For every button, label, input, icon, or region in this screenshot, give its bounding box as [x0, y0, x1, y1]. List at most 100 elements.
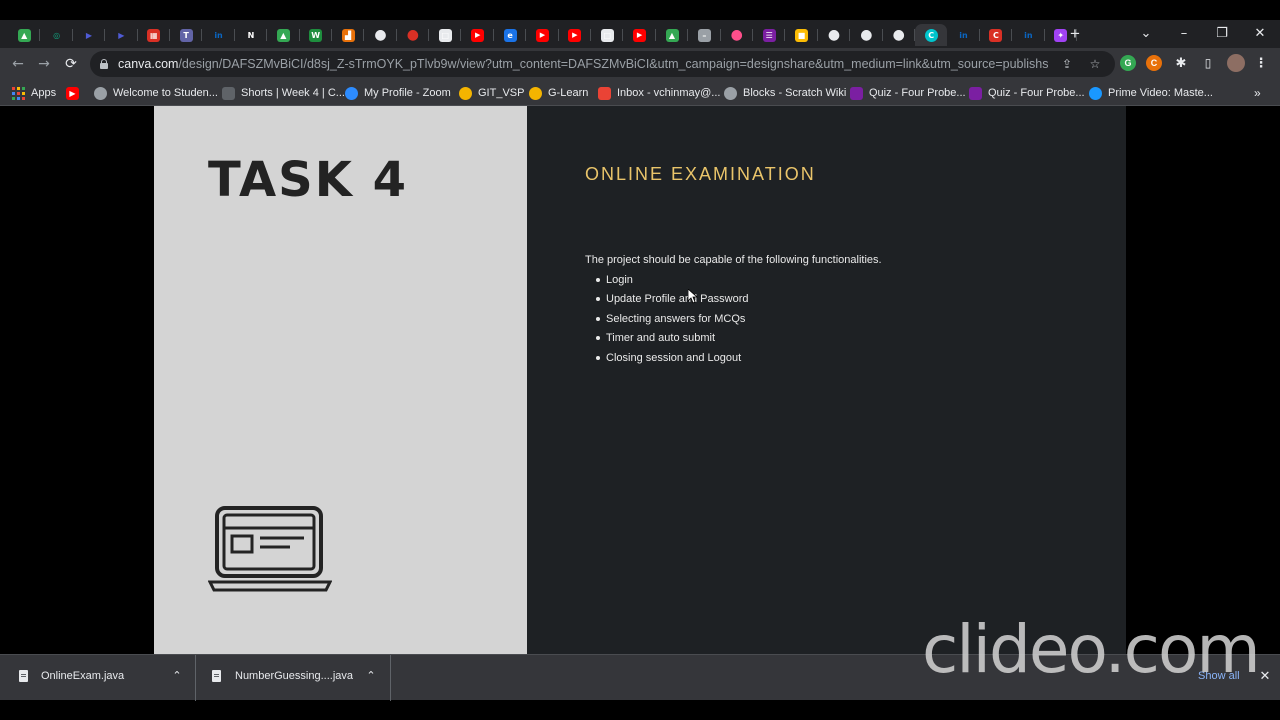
bookmark-label: G-Learn — [548, 87, 589, 99]
url-text[interactable]: canva.com/design/DAFSZMvBiCI/d8sj_Z-sTrm… — [118, 51, 1048, 77]
tab[interactable]: ▶ — [623, 24, 657, 46]
tab[interactable]: ● — [883, 24, 916, 46]
bookmarks-bar: » Apps ▶ Welcome to Studen... Shorts | Week… — [0, 80, 1280, 106]
edx-icon — [222, 86, 235, 100]
tab[interactable]: N — [235, 24, 268, 46]
google-drive-icon: ▲ — [665, 28, 679, 42]
gmail-icon — [598, 86, 611, 100]
youtube-icon: ▶ — [66, 86, 79, 100]
tab[interactable]: – — [688, 24, 721, 46]
bookmark-star-icon[interactable]: ☆ — [1086, 55, 1104, 73]
e-logo-icon: e — [503, 28, 517, 42]
url-path: /design/DAFSZMvBiCI/d8sj_Z-sTrmOYK_pTlvb… — [178, 57, 1048, 71]
zoom-icon — [345, 86, 358, 100]
bookmark-label: Prime Video: Maste... — [1108, 87, 1213, 99]
apps-grid-icon — [12, 86, 25, 100]
c-extension-icon[interactable]: C — [1146, 55, 1162, 71]
tab[interactable]: ▦ — [138, 24, 171, 46]
tab[interactable]: ▶ — [526, 24, 560, 46]
tab[interactable]: □ — [429, 24, 462, 46]
bookmark-item[interactable]: Quiz - Four Probe... — [969, 84, 1085, 102]
list-icon — [850, 86, 863, 100]
tab[interactable]: ● — [397, 24, 430, 46]
bookmark-label: GIT_VSP — [478, 87, 525, 99]
bookmark-item[interactable]: Blocks - Scratch Wiki — [724, 84, 846, 102]
tab[interactable]: ▲ — [656, 24, 689, 46]
address-bar[interactable]: canva.com/design/DAFSZMvBiCI/d8sj_Z-sTrm… — [90, 51, 1115, 77]
download-item[interactable]: NumberGuessing....java ⌃ — [196, 655, 391, 701]
bookmark-item[interactable]: Welcome to Studen... — [94, 84, 218, 102]
laptop-icon — [207, 506, 333, 599]
tab-strip: ▲ ◎ ▶ ▶ ▦ Tin N ▲ W ▟ ● ● □ ▶ e ▶ ▶ □ ▶ ▲ – ● ☰ ■ ● ● ● Cin Cin ✦ + ⌄… — [0, 20, 1280, 48]
bookmark-item[interactable]: G-Learn — [529, 84, 588, 102]
download-item[interactable]: OnlineExam.java ⌃ — [0, 655, 196, 701]
close-window-button[interactable]: ✕ — [1246, 23, 1274, 45]
tab[interactable]: ● — [721, 24, 754, 46]
bookmark-item[interactable]: ▶ — [66, 84, 85, 102]
tab[interactable]: in — [1012, 24, 1045, 46]
minimize-button[interactable]: – — [1170, 23, 1198, 45]
google-drive-icon: ▲ — [17, 28, 31, 42]
tab[interactable]: ▶ — [73, 24, 106, 46]
red-circle-icon: ● — [406, 28, 419, 42]
tab[interactable]: in — [947, 24, 981, 46]
play-circle-icon: ▶ — [118, 30, 125, 40]
slide-right-panel: ONLINE EXAMINATION The project should be… — [527, 106, 1126, 654]
reload-icon[interactable]: ⟳ — [61, 54, 81, 74]
list-icon — [969, 86, 982, 100]
back-arrow-icon[interactable]: ← — [8, 54, 28, 74]
more-bookmarks-icon[interactable]: » — [1254, 84, 1261, 102]
github-icon: ● — [860, 28, 873, 42]
page-content: TASK 4 ONLINE EXAMINATION The project sh… — [0, 106, 1280, 654]
tab[interactable]: ● — [850, 24, 883, 46]
tab[interactable]: in — [202, 24, 236, 46]
pink-circle-icon: ● — [730, 28, 743, 42]
chevron-up-icon[interactable]: ⌃ — [364, 669, 378, 683]
bookmark-item[interactable]: Inbox - vchinmay@... — [598, 84, 720, 102]
forward-arrow-icon[interactable]: → — [34, 54, 54, 74]
feature-item: Timer and auto submit — [595, 330, 748, 349]
profile-avatar[interactable] — [1227, 54, 1245, 72]
tab[interactable]: ▶ — [461, 24, 495, 46]
tab-search-chevron-icon[interactable]: ⌄ — [1132, 23, 1160, 45]
tab[interactable]: □ — [591, 24, 624, 46]
tab[interactable]: ▶ — [105, 24, 138, 46]
tab[interactable]: ☰ — [753, 24, 786, 46]
bookmark-item[interactable]: GIT_VSP — [459, 84, 524, 102]
tab[interactable]: C — [980, 24, 1013, 46]
tab-active[interactable]: C — [914, 24, 948, 46]
browser-toolbar: ← → ⟳ canva.com/design/DAFSZMvBiCI/d8sj_… — [0, 48, 1280, 80]
share-icon[interactable]: ⇪ — [1058, 55, 1076, 73]
menu-kebab-icon[interactable]: ⋮ — [1253, 55, 1269, 71]
tab[interactable]: ● — [818, 24, 851, 46]
tab[interactable]: ▶ — [559, 24, 592, 46]
bookmark-item[interactable]: Shorts | Week 4 | C... — [222, 84, 345, 102]
new-tab-button[interactable]: + — [1066, 25, 1084, 43]
tab[interactable]: e — [494, 24, 527, 46]
bookmark-item[interactable]: Apps — [12, 84, 56, 102]
teams-icon: T — [179, 28, 193, 42]
notion-icon: N — [244, 28, 258, 42]
tab[interactable]: W — [300, 24, 333, 46]
tab[interactable]: ◎ — [40, 24, 74, 46]
feature-item: Selecting answers for MCQs — [595, 311, 748, 330]
feature-list: Login Update Profile and Password Selectin… — [595, 272, 748, 369]
tab[interactable]: T — [170, 24, 203, 46]
restore-button[interactable]: ❐ — [1208, 23, 1236, 45]
tab[interactable]: ▲ — [8, 24, 41, 46]
tab[interactable]: ▟ — [332, 24, 365, 46]
task-title: TASK 4 — [208, 152, 409, 208]
close-icon[interactable]: ✕ — [1257, 669, 1273, 685]
bookmark-item[interactable]: Prime Video: Maste... — [1089, 84, 1213, 102]
side-panel-icon[interactable]: ▯ — [1200, 55, 1216, 71]
bookmark-label: Quiz - Four Probe... — [869, 87, 966, 99]
bookmark-item[interactable]: Quiz - Four Probe... — [850, 84, 966, 102]
tab[interactable]: ■ — [785, 24, 819, 46]
tab[interactable]: ▲ — [267, 24, 300, 46]
bookmark-item[interactable]: My Profile - Zoom — [345, 84, 451, 102]
tab-list: ▲ ◎ ▶ ▶ ▦ Tin N ▲ W ▟ ● ● □ ▶ e ▶ ▶ □ ▶ ▲ – ● ☰ ■ ● ● ● Cin Cin ✦ — [8, 24, 1078, 46]
grammarly-icon[interactable]: G — [1120, 55, 1136, 71]
chevron-up-icon[interactable]: ⌃ — [170, 669, 184, 683]
extensions-puzzle-icon[interactable]: ✱ — [1173, 55, 1189, 71]
tab[interactable]: ● — [364, 24, 398, 46]
